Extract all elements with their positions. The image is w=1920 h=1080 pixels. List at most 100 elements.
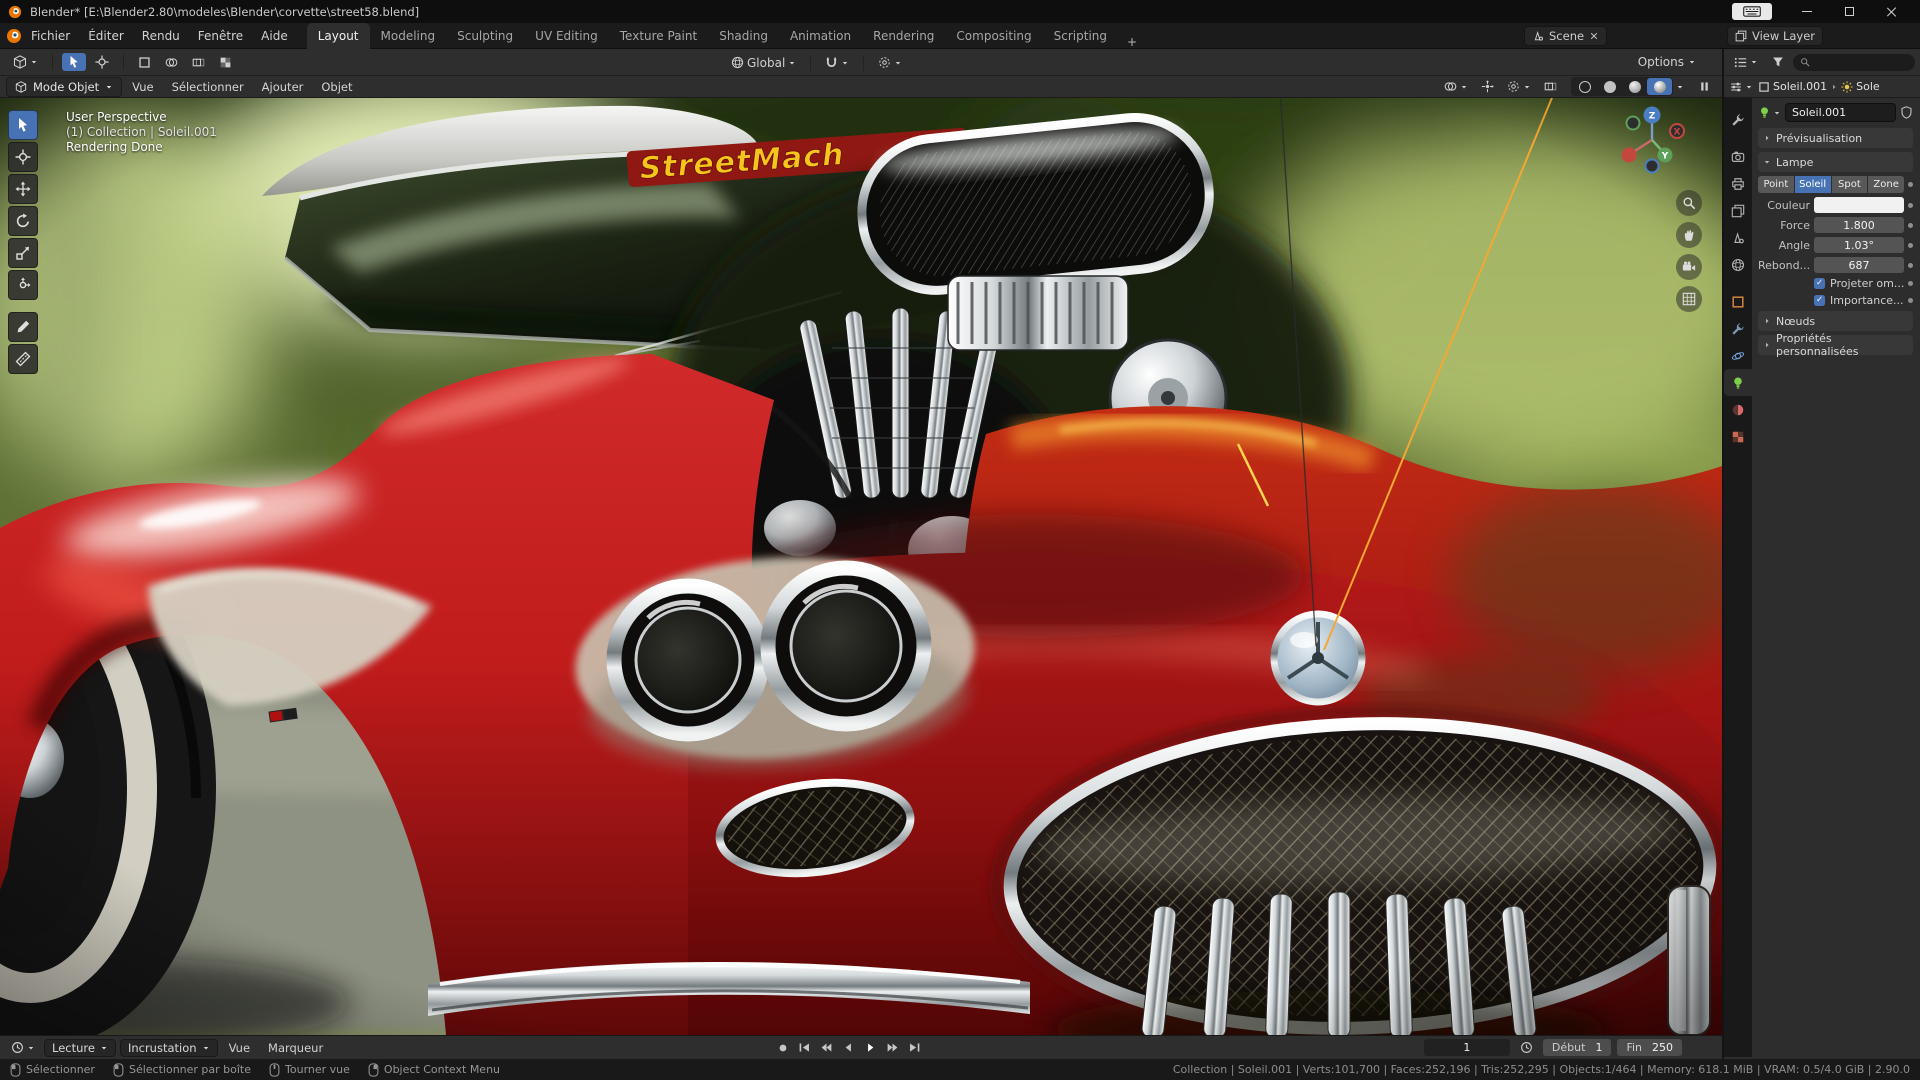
transform-orientation-dropdown[interactable]: Global bbox=[726, 54, 801, 72]
shading-rendered-button[interactable] bbox=[1647, 78, 1672, 95]
properties-tab-physics[interactable] bbox=[1724, 342, 1752, 369]
animate-dot[interactable] bbox=[1908, 262, 1913, 268]
properties-tab-material[interactable] bbox=[1724, 396, 1752, 423]
properties-tab-world[interactable] bbox=[1724, 251, 1752, 278]
panel-lampe[interactable]: Lampe bbox=[1758, 152, 1913, 172]
properties-tab-render[interactable] bbox=[1724, 143, 1752, 170]
menu-editer[interactable]: Éditer bbox=[79, 25, 133, 47]
menu-aide[interactable]: Aide bbox=[252, 25, 297, 47]
toolbar-3d-cursor[interactable] bbox=[8, 142, 38, 172]
workspace-tab-sculpting[interactable]: Sculpting bbox=[446, 23, 524, 49]
workspace-tab-layout[interactable]: Layout bbox=[306, 22, 370, 49]
play-button[interactable] bbox=[860, 1039, 881, 1057]
properties-tab-tool[interactable] bbox=[1724, 106, 1752, 133]
light-type-soleil[interactable]: Soleil bbox=[1794, 176, 1831, 193]
mode-option-3[interactable] bbox=[187, 54, 210, 71]
properties-tab-object-data[interactable] bbox=[1724, 369, 1752, 396]
toolbar-transform[interactable] bbox=[8, 270, 38, 300]
workspace-tab-uv-editing[interactable]: UV Editing bbox=[524, 23, 609, 49]
workspace-tab-texture-paint[interactable]: Texture Paint bbox=[609, 23, 708, 49]
menu-objet[interactable]: Objet bbox=[313, 77, 360, 97]
properties-editor-selector[interactable] bbox=[1728, 80, 1755, 94]
light-type-zone[interactable]: Zone bbox=[1868, 176, 1904, 193]
animate-dot[interactable] bbox=[1908, 242, 1913, 248]
keying-dropdown[interactable]: Incrustation bbox=[119, 1038, 218, 1057]
properties-tab-scene[interactable] bbox=[1724, 224, 1752, 251]
outliner-search-input[interactable] bbox=[1793, 53, 1915, 71]
light-type-spot[interactable]: Spot bbox=[1831, 176, 1868, 193]
strength-field[interactable]: 1.800 bbox=[1814, 217, 1904, 233]
menu-ajouter[interactable]: Ajouter bbox=[254, 77, 312, 97]
keyboard-layout-icon[interactable] bbox=[1732, 3, 1772, 20]
jump-to-end-button[interactable] bbox=[904, 1039, 925, 1057]
gizmos-toggle[interactable] bbox=[1476, 78, 1499, 95]
timeline-editor-selector[interactable] bbox=[6, 1039, 40, 1056]
toolbar-measure[interactable] bbox=[8, 344, 38, 374]
menu-fichier[interactable]: Fichier bbox=[22, 25, 79, 47]
mode-option-1[interactable] bbox=[133, 54, 156, 71]
unlink-scene-icon[interactable] bbox=[1589, 31, 1599, 41]
menu-rendu[interactable]: Rendu bbox=[133, 25, 189, 47]
angle-field[interactable]: 1.03° bbox=[1814, 237, 1904, 253]
3d-viewport[interactable]: StreetMach User Perspective (1) Coll bbox=[0, 98, 1722, 1035]
workspace-tab-modeling[interactable]: Modeling bbox=[370, 23, 447, 49]
prev-keyframe-button[interactable] bbox=[816, 1039, 837, 1057]
fake-user-button[interactable] bbox=[1900, 106, 1913, 119]
snap-toggle[interactable] bbox=[820, 54, 854, 71]
add-workspace-button[interactable]: + bbox=[1118, 35, 1146, 49]
workspace-tab-shading[interactable]: Shading bbox=[708, 23, 779, 49]
workspace-tab-scripting[interactable]: Scripting bbox=[1043, 23, 1118, 49]
toolbar-select-box[interactable] bbox=[8, 110, 38, 140]
mode-option-4[interactable] bbox=[214, 54, 237, 71]
frame-end-field[interactable]: Fin 250 bbox=[1617, 1039, 1682, 1056]
scene-selector[interactable]: Scene bbox=[1524, 26, 1608, 46]
frame-start-field[interactable]: Début 1 bbox=[1542, 1039, 1612, 1056]
timeline-menu-marqueur[interactable]: Marqueur bbox=[261, 1039, 330, 1057]
toolbar-rotate[interactable] bbox=[8, 206, 38, 236]
menu-selectionner[interactable]: Sélectionner bbox=[164, 77, 252, 97]
animate-dot[interactable] bbox=[1908, 222, 1913, 228]
close-button[interactable] bbox=[1870, 0, 1912, 23]
editor-type-selector[interactable] bbox=[8, 53, 43, 71]
breadcrumb-object-name[interactable]: Soleil.001 bbox=[1773, 80, 1827, 93]
mode-selector[interactable]: Mode Objet bbox=[6, 76, 123, 97]
bounces-field[interactable]: 687 bbox=[1814, 257, 1904, 273]
outliner-editor-selector[interactable] bbox=[1729, 54, 1763, 71]
panel-previsualisation[interactable]: Prévisualisation bbox=[1758, 128, 1913, 148]
shading-solid-button[interactable] bbox=[1597, 78, 1622, 95]
multiple-importance-checkbox[interactable]: Importance... bbox=[1814, 294, 1904, 307]
options-dropdown[interactable]: Options bbox=[1632, 53, 1702, 71]
xray-toggle[interactable] bbox=[1539, 78, 1562, 95]
active-tool-select-box[interactable] bbox=[62, 53, 86, 71]
shading-material-button[interactable] bbox=[1622, 78, 1647, 95]
light-type-point[interactable]: Point bbox=[1758, 176, 1794, 193]
properties-tab-texture[interactable] bbox=[1724, 423, 1752, 450]
play-reverse-button[interactable] bbox=[838, 1039, 859, 1057]
panel-noeuds[interactable]: Nœuds bbox=[1758, 311, 1913, 331]
outliner-filter-button[interactable] bbox=[1767, 54, 1789, 70]
properties-tab-view-layer[interactable] bbox=[1724, 197, 1752, 224]
properties-tab-constraints[interactable] bbox=[1724, 315, 1752, 342]
breadcrumb-data-name[interactable]: Sole bbox=[1856, 80, 1880, 93]
viewport-zoom-button[interactable] bbox=[1676, 190, 1702, 216]
panel-proprietes-personnalisees[interactable]: Propriétés personnalisées bbox=[1758, 332, 1913, 358]
animate-dot[interactable] bbox=[1908, 202, 1913, 208]
auto-keying-button[interactable] bbox=[772, 1039, 793, 1057]
animate-dot[interactable] bbox=[1908, 281, 1913, 286]
mode-option-2[interactable] bbox=[160, 54, 183, 71]
jump-to-start-button[interactable] bbox=[794, 1039, 815, 1057]
header-pause-button[interactable] bbox=[1693, 78, 1716, 95]
viewport-ortho-button[interactable] bbox=[1676, 286, 1702, 312]
shading-dropdown-icon[interactable] bbox=[1676, 83, 1684, 91]
playback-dropdown[interactable]: Lecture bbox=[44, 1038, 116, 1057]
datablock-name-field[interactable]: Soleil.001 bbox=[1785, 103, 1896, 122]
viewport-pan-button[interactable] bbox=[1676, 222, 1702, 248]
timeline-menu-vue[interactable]: Vue bbox=[222, 1039, 257, 1057]
workspace-tab-rendering[interactable]: Rendering bbox=[862, 23, 945, 49]
blender-menu-icon[interactable] bbox=[6, 28, 22, 44]
object-visibility-dropdown[interactable] bbox=[1439, 78, 1473, 95]
properties-tab-output[interactable] bbox=[1724, 170, 1752, 197]
tool-tweak[interactable] bbox=[90, 53, 114, 71]
workspace-tab-compositing[interactable]: Compositing bbox=[945, 23, 1042, 49]
maximize-button[interactable] bbox=[1828, 0, 1870, 23]
